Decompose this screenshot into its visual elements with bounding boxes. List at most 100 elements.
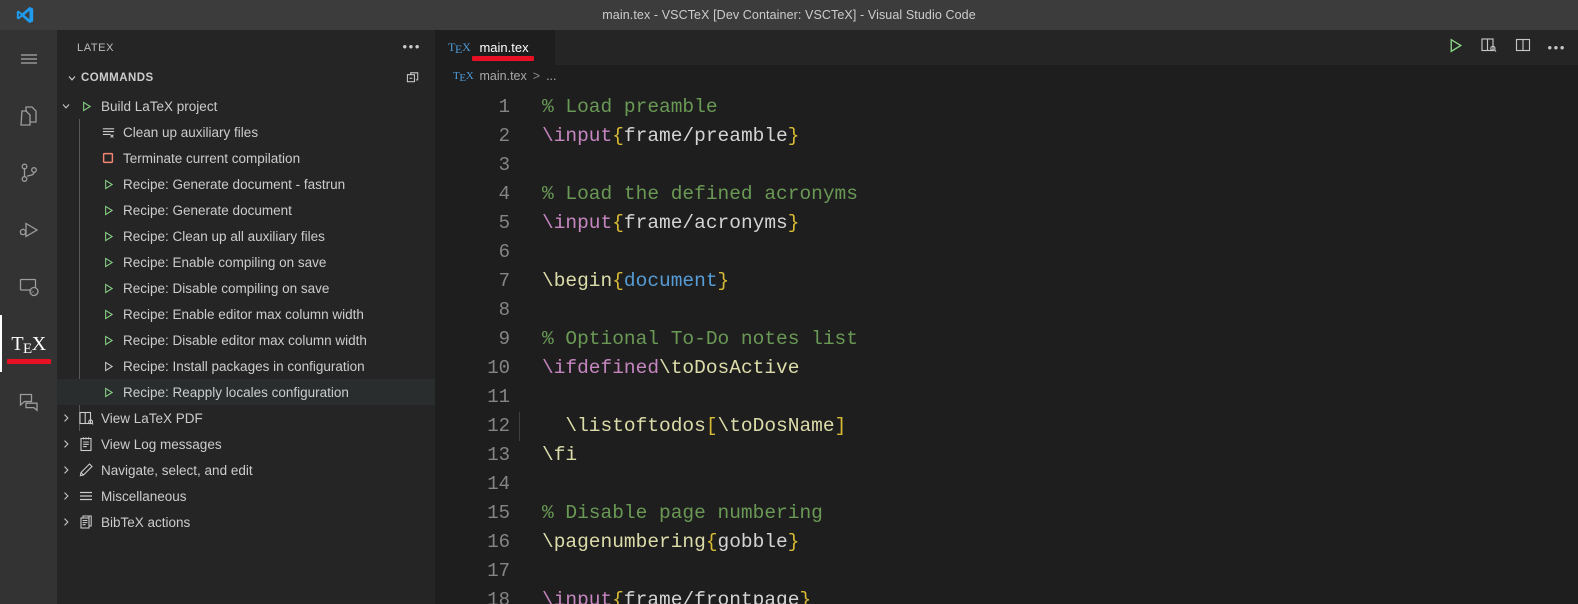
code-line: 8 [435, 296, 1578, 325]
explorer-files-icon [17, 104, 41, 128]
tree-item-recipe-generate-document[interactable]: Recipe: Generate document [57, 197, 435, 223]
sidebar-item-explorer[interactable] [0, 87, 57, 144]
code-line: 9% Optional To-Do notes list [435, 325, 1578, 354]
tree-item-navigate-select-and-edit[interactable]: Navigate, select, and edit [57, 457, 435, 483]
chevron-right-icon[interactable] [57, 490, 75, 502]
code-token: \input [542, 212, 612, 234]
build-play-icon[interactable] [1447, 37, 1464, 59]
code-text: \input{frame/acronyms} [510, 209, 799, 238]
line-number: 8 [435, 296, 510, 325]
code-token: \fi [542, 444, 577, 466]
code-text: \fi [510, 441, 577, 470]
code-text: \listoftodos[\toDosName] [510, 412, 846, 441]
tree-item-recipe-install-packages-in-configuration[interactable]: Recipe: Install packages in configuratio… [57, 353, 435, 379]
code-token: % Load preamble [542, 96, 718, 118]
tab-main-tex[interactable]: TEX main.tex [435, 30, 555, 65]
run-and-debug-icon [17, 218, 41, 242]
commands-section-header[interactable]: COMMANDS [57, 65, 435, 91]
code-line: 14 [435, 470, 1578, 499]
code-token: \input [542, 589, 612, 604]
play-dim-icon [97, 360, 119, 373]
tree-item-build-latex-project[interactable]: Build LaTeX project [57, 93, 435, 119]
sidebar-item-run-and-debug[interactable] [0, 201, 57, 258]
code-token: } [788, 212, 800, 234]
hamburger-menu-icon[interactable] [0, 30, 57, 87]
play-icon [97, 282, 119, 295]
code-line: 16\pagenumbering{gobble} [435, 528, 1578, 557]
play-icon [97, 204, 119, 217]
code-text: \input{frame/preamble} [510, 122, 799, 151]
breadcrumb-rest[interactable]: ... [546, 69, 556, 83]
code-token: } [799, 589, 811, 604]
tree-item-label: Recipe: Enable editor max column width [123, 307, 364, 322]
tree-item-view-latex-pdf[interactable]: View LaTeX PDF [57, 405, 435, 431]
tree-item-clean-up-auxiliary-files[interactable]: Clean up auxiliary files [57, 119, 435, 145]
remote-explorer-icon: >_ [17, 275, 41, 299]
comments-chat-icon [17, 389, 41, 413]
code-text: % Load preamble [510, 93, 718, 122]
tree-item-label: View LaTeX PDF [101, 411, 203, 426]
code-token: { [612, 212, 624, 234]
activity-bar: >_ TEX [0, 30, 57, 604]
code-line: 17 [435, 557, 1578, 586]
pencil-icon [75, 462, 97, 478]
chevron-down-icon[interactable] [57, 100, 75, 112]
play-icon [97, 230, 119, 243]
svg-text:>_: >_ [30, 289, 37, 295]
ellipsis-icon[interactable]: ••• [1548, 41, 1566, 54]
sidebar-item-latex[interactable]: TEX [0, 315, 57, 372]
play-icon [97, 334, 119, 347]
latex-sidebar: LATEX ••• COMMANDS Build LaTeX project [57, 30, 435, 604]
tree-item-label: Navigate, select, and edit [101, 463, 253, 478]
tree-children-group: Clean up auxiliary files Terminate curre… [57, 119, 435, 405]
breadcrumb-file[interactable]: main.tex [480, 69, 527, 83]
line-number: 5 [435, 209, 510, 238]
tree-item-recipe-clean-up-all-auxiliary-files[interactable]: Recipe: Clean up all auxiliary files [57, 223, 435, 249]
tree-item-label: BibTeX actions [101, 515, 190, 530]
tree-item-bibtex-actions[interactable]: BibTeX actions [57, 509, 435, 535]
tree-item-recipe-disable-editor-max-column-width[interactable]: Recipe: Disable editor max column width [57, 327, 435, 353]
tree-item-view-log-messages[interactable]: View Log messages [57, 431, 435, 457]
collapse-all-icon[interactable] [406, 70, 421, 88]
tree-item-recipe-reapply-locales-configuration[interactable]: Recipe: Reapply locales configuration [57, 379, 435, 405]
tree-item-terminate-current-compilation[interactable]: Terminate current compilation [57, 145, 435, 171]
code-line: 11 [435, 383, 1578, 412]
line-number: 12 [435, 412, 510, 441]
tree-item-miscellaneous[interactable]: Miscellaneous [57, 483, 435, 509]
chevron-right-icon[interactable] [57, 438, 75, 450]
chevron-right-icon[interactable] [57, 464, 75, 476]
chevron-right-icon[interactable] [57, 412, 75, 424]
split-editor-icon[interactable] [1514, 36, 1532, 59]
line-number: 18 [435, 586, 510, 604]
log-notebook-icon [75, 436, 97, 452]
sidebar-item-comments[interactable] [0, 372, 57, 429]
tex-icon: TEX [11, 334, 45, 354]
code-line: 6 [435, 238, 1578, 267]
code-token: frame/frontpage [624, 589, 800, 604]
code-line: 2\input{frame/preamble} [435, 122, 1578, 151]
tree-item-recipe-disable-compiling-on-save[interactable]: Recipe: Disable compiling on save [57, 275, 435, 301]
sidebar-item-source-control[interactable] [0, 144, 57, 201]
code-token: { [706, 531, 718, 553]
chevron-down-icon [63, 72, 81, 84]
code-token: \input [542, 125, 612, 147]
code-line: 12 \listoftodos[\toDosName] [435, 412, 1578, 441]
commands-tree: Build LaTeX project Clean up auxiliary f… [57, 91, 435, 535]
code-line: 13\fi [435, 441, 1578, 470]
commands-section-label: COMMANDS [81, 72, 154, 84]
line-number: 4 [435, 180, 510, 209]
chevron-right-icon[interactable] [57, 516, 75, 528]
code-editor[interactable]: 1% Load preamble2\input{frame/preamble}3… [435, 87, 1578, 604]
code-token: \toDosName [718, 415, 835, 437]
sidebar-item-remote-explorer[interactable]: >_ [0, 258, 57, 315]
code-text: % Disable page numbering [510, 499, 823, 528]
bibtex-icon [75, 514, 97, 530]
code-token: \toDosActive [659, 357, 799, 379]
sidebar-more-actions-button[interactable]: ••• [403, 38, 421, 56]
tab-label: main.tex [479, 40, 528, 55]
view-pdf-synctex-icon[interactable] [1480, 36, 1498, 59]
tree-item-recipe-enable-editor-max-column-width[interactable]: Recipe: Enable editor max column width [57, 301, 435, 327]
tree-item-recipe-enable-compiling-on-save[interactable]: Recipe: Enable compiling on save [57, 249, 435, 275]
breadcrumb: TEX main.tex > ... [435, 65, 1578, 87]
tree-item-recipe-generate-document-fastrun[interactable]: Recipe: Generate document - fastrun [57, 171, 435, 197]
